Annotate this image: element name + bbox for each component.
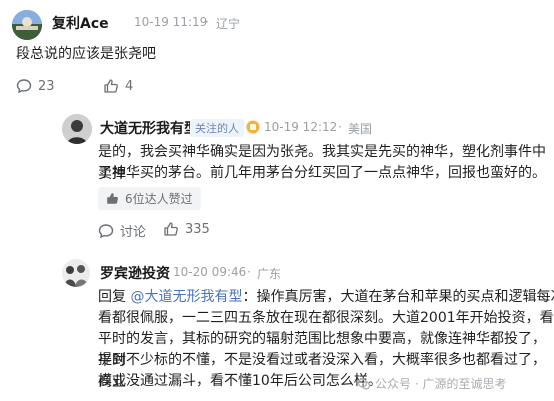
- reply-text-rest: ：操作真厉害，大道在茅台和苹果的买点和逻辑每次: [242, 289, 554, 305]
- dot-separator: ·: [338, 120, 342, 134]
- avatar-image: [12, 10, 42, 40]
- reply-location: 广东: [257, 267, 282, 281]
- reply-location: 美国: [348, 122, 373, 136]
- comment-text: 段总说的应该是张尧吧: [16, 46, 156, 62]
- comment-count-button[interactable]: 23: [16, 78, 55, 94]
- reply-time: 10-20 09:46: [173, 265, 247, 279]
- thumbs-up-icon: [164, 222, 178, 236]
- thumbs-up-icon: [104, 79, 118, 93]
- reply-text-line-2: 了神华买的茅台。前几年用茅台分红买回了一点点神华，回报也蛮好的。: [98, 165, 546, 181]
- reply-text-line-1: 回复 @大道无形我有型：操作真厉害，大道在茅台和苹果的买点和逻辑每次: [98, 287, 554, 309]
- avatar-fuli-ace[interactable]: [12, 10, 42, 40]
- discuss-button[interactable]: 讨论: [98, 221, 146, 240]
- avatar-robinson[interactable]: [62, 259, 90, 287]
- replier-name[interactable]: 罗宾逊投资: [100, 263, 170, 283]
- avatar-image: [62, 114, 92, 144]
- wechat-icon: [357, 377, 371, 390]
- dot-separator: ·: [205, 15, 209, 29]
- comment-bubble-icon: [16, 79, 32, 94]
- comment-location: 辽宁: [216, 17, 241, 31]
- like-count: 4: [125, 78, 134, 94]
- reply-time: 10-19 12:12: [264, 120, 338, 134]
- thumbs-up-icon: [107, 193, 118, 204]
- watermark-text: 公众号 · 广源的至诚思考: [375, 377, 507, 391]
- avatar-dadao[interactable]: [62, 114, 92, 144]
- verified-icon: [246, 119, 260, 134]
- reply-prefix: 回复: [98, 289, 126, 305]
- commenter-name[interactable]: 复利Ace: [52, 13, 109, 33]
- following-badge: 关注的人: [190, 119, 244, 137]
- reply-text-line-5: 模式没通过漏斗，看不懂10年后公司怎么样。: [98, 373, 382, 389]
- comment-count: 23: [38, 78, 55, 94]
- discuss-label: 讨论: [120, 225, 147, 240]
- like-count: 335: [185, 221, 210, 237]
- replier-name[interactable]: 大道无形我有型: [100, 118, 198, 138]
- expert-endorsement[interactable]: 6位达人赞过: [98, 187, 201, 210]
- avatar-image: [62, 259, 90, 287]
- comment-time: 10-19 11:19: [134, 15, 208, 29]
- comment-bubble-icon: [98, 223, 114, 238]
- mention-link[interactable]: @大道无形我有型: [130, 289, 242, 305]
- like-button[interactable]: 335: [163, 221, 210, 237]
- reply-text-line-2: 看都很佩服，一二三四五条放在现在都很深刻。大道2001年开始投资，看: [98, 310, 554, 326]
- endorsement-text: 6位达人赞过: [125, 192, 193, 206]
- like-button[interactable]: 4: [103, 78, 133, 94]
- watermark: 公众号 · 广源的至诚思考: [357, 375, 506, 392]
- dot-separator: ·: [247, 265, 251, 279]
